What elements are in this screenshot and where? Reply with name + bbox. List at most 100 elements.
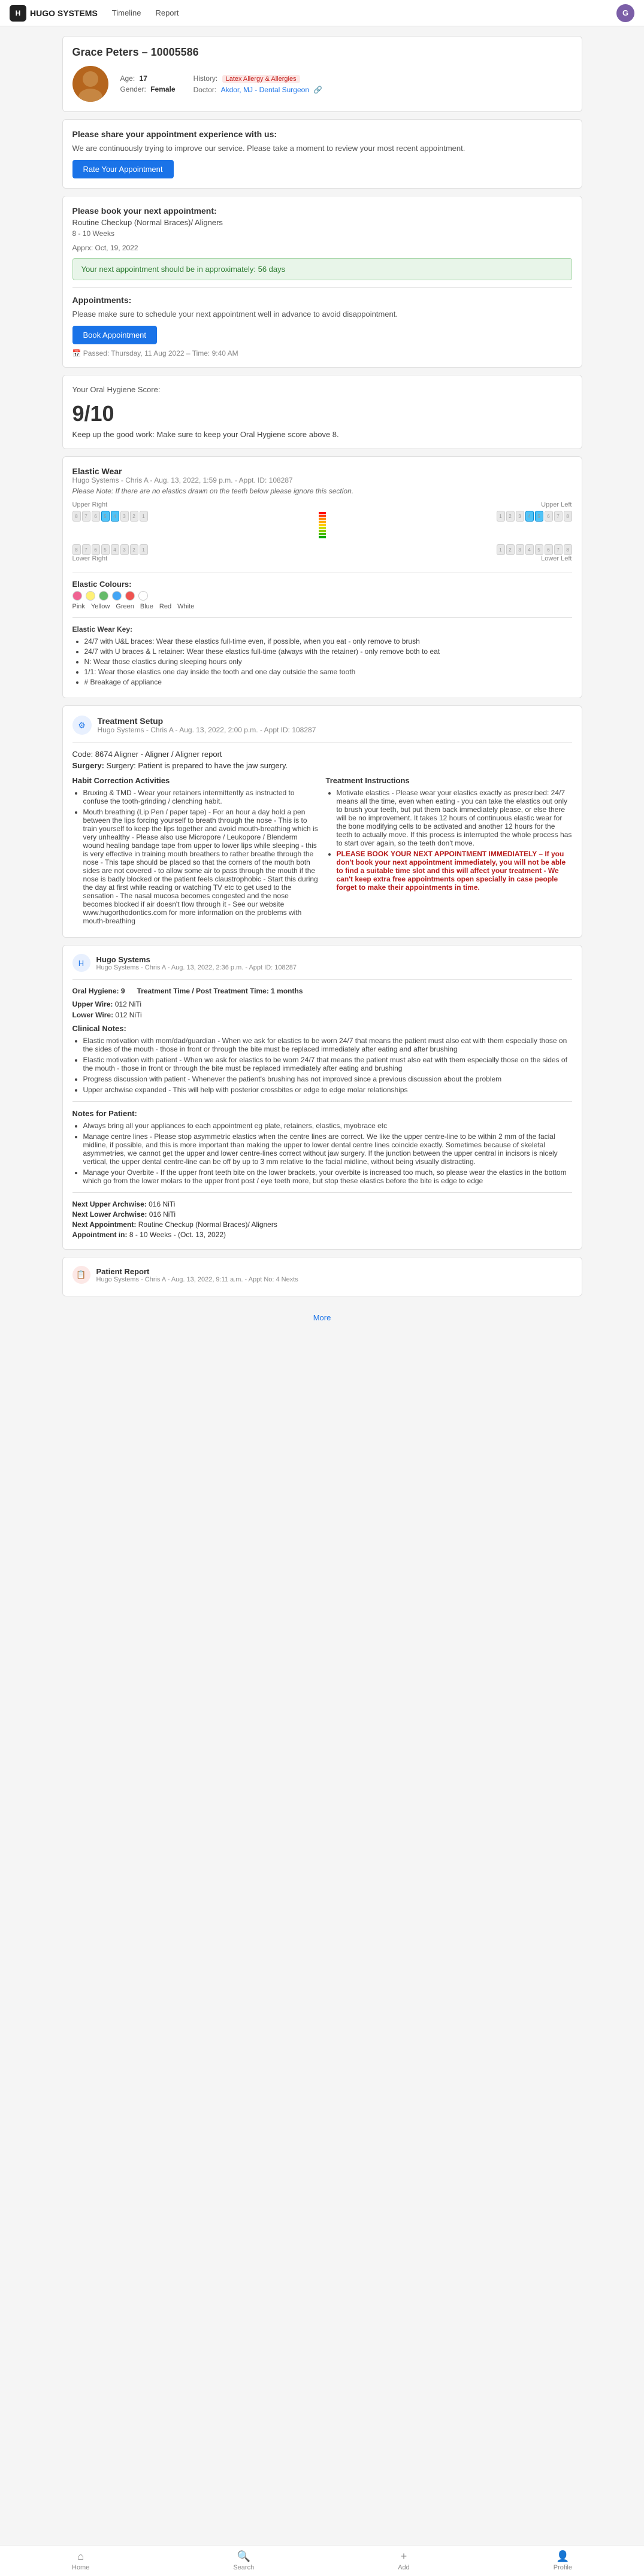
tooth-ul1: 1	[497, 511, 505, 522]
bottom-nav-search-label: Search	[233, 2564, 254, 2571]
patient-name: Grace Peters – 10005586	[72, 46, 572, 59]
age-value: 17	[140, 74, 147, 83]
nav-links: Timeline Report	[112, 6, 179, 20]
treatment-time-label: Treatment Time / Post Treatment Time: 1 …	[137, 987, 303, 995]
habit-correction-col: Habit Correction Activities Bruxing & TM…	[72, 776, 319, 928]
elastic-key-item-0: 24/7 with U&L braces: Wear these elastic…	[84, 637, 572, 645]
nav-link-report[interactable]: Report	[155, 6, 179, 20]
teeth-diagram: Upper Right 8 7 6 5 4 3 2 1	[72, 501, 572, 538]
lower-left-label: Lower Left	[334, 555, 572, 562]
elastic-key-item-1: 24/7 with U braces & L retainer: Wear th…	[84, 647, 572, 656]
colour-green	[99, 591, 108, 601]
bottom-nav-search[interactable]: 🔍 Search	[233, 2550, 254, 2571]
user-avatar[interactable]: G	[616, 4, 634, 22]
book-card-weeks: 8 - 10 Weeks	[72, 229, 572, 238]
bottom-nav-profile-label: Profile	[554, 2564, 572, 2571]
upper-wire-value: 012 NiTi	[115, 1000, 141, 1008]
colour-pink	[72, 591, 82, 601]
age-label: Age:	[120, 74, 135, 83]
book-card-title: Please book your next appointment:	[72, 206, 572, 216]
appt-in-value: 8 - 10 Weeks - (Oct. 13, 2022)	[129, 1231, 226, 1239]
patient-avatar	[72, 66, 108, 102]
tooth-ll6: 6	[545, 544, 553, 555]
add-icon: +	[401, 2550, 407, 2563]
more-button[interactable]: More	[313, 1313, 331, 1322]
colour-labels: Pink Yellow Green Blue Red White	[72, 603, 572, 610]
nav-logo: H HUGO SYSTEMS	[10, 5, 98, 22]
next-appt-value: Routine Checkup (Normal Braces)/ Aligner…	[138, 1220, 277, 1229]
tooth-ll7: 7	[554, 544, 563, 555]
rate-appointment-card: Please share your appointment experience…	[62, 119, 582, 189]
book-card-date: Apprx: Oct, 19, 2022	[72, 244, 572, 252]
gender-value: Female	[150, 85, 175, 93]
tooth-ur3: 3	[120, 511, 129, 522]
book-card-appt-type: Routine Checkup (Normal Braces)/ Aligner…	[72, 218, 572, 227]
bottom-nav-add-label: Add	[398, 2564, 410, 2571]
clinical-note-3: Upper archwise expanded - This will help…	[83, 1086, 572, 1094]
rate-card-title: Please share your appointment experience…	[72, 129, 572, 139]
tooth-ur2: 2	[130, 511, 138, 522]
hs-meta: Hugo Systems - Chris A - Aug. 13, 2022, …	[96, 964, 297, 971]
clinical-notes-title: Clinical Notes:	[72, 1024, 572, 1033]
elastic-key-item-2: N: Wear those elastics during sleeping h…	[84, 657, 572, 666]
tooth-ur7: 7	[82, 511, 90, 522]
colour-yellow	[86, 591, 95, 601]
lower-right-quadrant: 8 7 6 5 4 3 2 1 Lower Right	[72, 544, 310, 565]
tooth-lr2: 2	[130, 544, 138, 555]
tooth-lr1: 1	[140, 544, 148, 555]
upper-right-quadrant: Upper Right 8 7 6 5 4 3 2 1	[72, 501, 313, 522]
patient-note-1: Manage centre lines - Please stop asymme…	[83, 1132, 572, 1166]
tooth-lr4: 4	[111, 544, 119, 555]
hygiene-note: Keep up the good work: Make sure to keep…	[72, 430, 572, 439]
passed-label: 📅 Passed: Thursday, 11 Aug 2022 – Time: …	[72, 349, 572, 357]
treatment-instr-1: PLEASE BOOK YOUR NEXT APPOINTMENT IMMEDI…	[337, 850, 572, 892]
tooth-ul6: 6	[545, 511, 553, 522]
bottom-nav-add[interactable]: + Add	[398, 2550, 410, 2571]
next-upper-label: Next Upper Archwise:	[72, 1200, 147, 1208]
colour-label-green: Green	[116, 603, 134, 610]
tooth-ur6: 6	[92, 511, 100, 522]
notes-for-patient-title: Notes for Patient:	[72, 1109, 572, 1118]
treatment-code: Code: 8674 Aligner - Aligner / Aligner r…	[72, 750, 572, 759]
colour-label-white: White	[177, 603, 194, 610]
tooth-ll3: 3	[516, 544, 524, 555]
treatment-instr-title: Treatment Instructions	[326, 776, 572, 785]
doctor-link-icon[interactable]: 🔗	[313, 86, 322, 94]
colour-dots	[72, 591, 572, 601]
treatment-surgery: Surgery: Surgery: Patient is prepared to…	[72, 761, 572, 770]
logo-text: HUGO SYSTEMS	[30, 8, 98, 18]
oral-hygiene-label: Oral Hygiene: 9	[72, 987, 125, 995]
tooth-ul4: 4	[525, 511, 534, 522]
clinical-note-0: Elastic motivation with mom/dad/guardian…	[83, 1037, 572, 1053]
lower-right-label: Lower Right	[72, 555, 310, 562]
nav-link-timeline[interactable]: Timeline	[112, 6, 141, 20]
lower-wire-value: 012 NiTi	[115, 1011, 141, 1019]
colour-label-yellow: Yellow	[91, 603, 110, 610]
appt-in-label: Appointment in:	[72, 1231, 128, 1239]
tooth-ul3: 3	[516, 511, 524, 522]
elastic-key-title: Elastic Wear Key:	[72, 625, 572, 634]
bottom-nav-home[interactable]: ⌂ Home	[72, 2550, 89, 2571]
appt-section-note: Please make sure to schedule your next a…	[72, 310, 572, 319]
bottom-nav-profile[interactable]: 👤 Profile	[554, 2550, 572, 2571]
tooth-ll1: 1	[497, 544, 505, 555]
colour-label-red: Red	[159, 603, 171, 610]
patient-note-2: Manage your Overbite - If the upper fron…	[83, 1168, 572, 1185]
appt-section-title: Appointments:	[72, 295, 572, 305]
elastic-key-item-4: # Breakage of appliance	[84, 678, 572, 686]
rate-appointment-button[interactable]: Rate Your Appointment	[72, 160, 174, 178]
lower-teeth-diagram: 8 7 6 5 4 3 2 1 Lower Right 1 2 3 4	[72, 544, 572, 565]
doctor-value[interactable]: Akdor, MJ - Dental Surgeon	[221, 86, 309, 94]
elastic-key-item-3: 1/1: Wear those elastics one day inside …	[84, 668, 572, 676]
hugo-systems-notes-card: H Hugo Systems Hugo Systems - Chris A - …	[62, 945, 582, 1250]
tooth-ur4: 4	[111, 511, 119, 522]
lower-wire-label: Lower Wire:	[72, 1011, 114, 1019]
patient-report-meta: Hugo Systems - Chris A - Aug. 13, 2022, …	[96, 1276, 298, 1283]
upper-wire-label: Upper Wire:	[72, 1000, 113, 1008]
book-appointment-button[interactable]: Book Appointment	[72, 326, 158, 344]
tooth-lr3: 3	[120, 544, 129, 555]
colour-red	[125, 591, 135, 601]
tooth-ul7: 7	[554, 511, 563, 522]
more-button-row: More	[62, 1304, 582, 1332]
hs-icon: H	[72, 954, 90, 972]
